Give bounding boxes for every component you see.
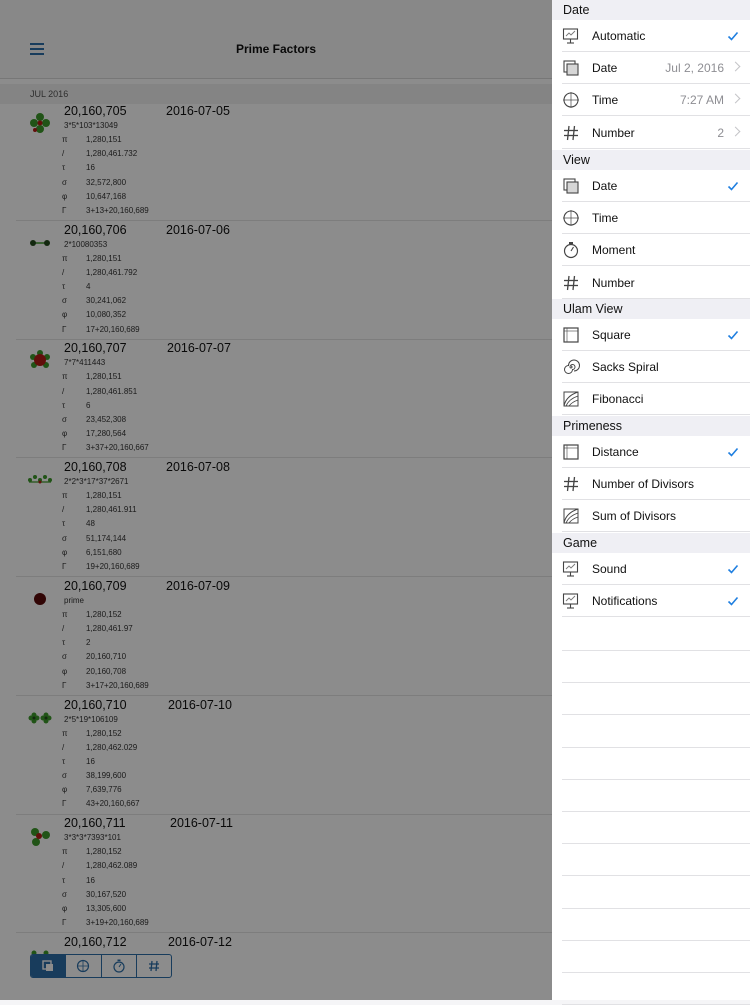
settings-item-notifications[interactable]: Notifications — [552, 585, 750, 618]
settings-item-sound[interactable]: Sound — [552, 553, 750, 585]
settings-item-value: 7:27 AM — [679, 93, 724, 108]
settings-item-time[interactable]: Time — [552, 202, 750, 235]
settings-item-label: Moment — [592, 243, 636, 258]
checkmark-icon — [727, 445, 739, 457]
hash-icon — [562, 475, 580, 493]
settings-item-sacks-spiral[interactable]: Sacks Spiral — [552, 351, 750, 384]
checkmark-icon — [727, 328, 739, 340]
chevron-right-icon — [730, 61, 741, 72]
hash-icon — [562, 124, 580, 142]
settings-item-automatic[interactable]: Automatic — [552, 20, 750, 52]
settings-item-label: Time — [592, 93, 619, 108]
square-icon — [562, 443, 580, 461]
row-separator — [562, 616, 750, 618]
settings-item-label: Fibonacci — [592, 392, 644, 407]
settings-item-number[interactable]: Number 2 — [552, 117, 750, 149]
settings-item-label: Number — [592, 275, 635, 290]
settings-section-header: View — [552, 150, 750, 170]
checkmark-icon — [727, 29, 739, 41]
settings-item-label: Square — [592, 328, 631, 342]
hash-icon — [562, 274, 580, 292]
settings-section-header: Primeness — [552, 416, 750, 436]
settings-item-date[interactable]: Date — [552, 170, 750, 202]
empty-row-separator — [562, 972, 750, 973]
settings-item-label: Automatic — [592, 29, 646, 43]
empty-row-separator — [562, 811, 750, 812]
spiral-icon — [562, 358, 580, 376]
chevron-right-icon — [730, 93, 741, 104]
empty-row-separator — [562, 650, 750, 651]
stopwatch-icon — [562, 241, 580, 259]
dim-overlay[interactable] — [0, 0, 552, 1000]
clock-icon — [562, 209, 580, 227]
automatic-icon — [562, 560, 580, 578]
settings-item-moment[interactable]: Moment — [552, 234, 750, 267]
clock-icon — [562, 91, 580, 109]
settings-item-label: Notifications — [592, 594, 658, 609]
empty-row-separator — [562, 682, 750, 684]
settings-item-label: Sacks Spiral — [592, 360, 659, 375]
settings-item-fibonacci[interactable]: Fibonacci — [552, 383, 750, 416]
settings-item-label: Number — [592, 125, 635, 140]
settings-item-date[interactable]: Date Jul 2, 2016 — [552, 52, 750, 85]
square-icon — [562, 326, 580, 344]
chevron-right-icon — [730, 126, 741, 137]
empty-row-separator — [562, 746, 750, 748]
empty-row-separator — [562, 875, 750, 877]
settings-item-label: Date — [592, 179, 618, 193]
settings-item-label: Number of Divisors — [592, 477, 695, 492]
fibonacci-icon — [562, 390, 580, 408]
fibonacci-icon — [562, 507, 580, 525]
settings-section-header: Game — [552, 533, 750, 553]
empty-row-separator — [562, 843, 750, 845]
settings-item-value: 2 — [717, 125, 724, 140]
settings-item-number[interactable]: Number — [552, 267, 750, 299]
empty-row-separator — [562, 939, 750, 941]
settings-item-label: Sound — [592, 562, 627, 576]
automatic-icon — [562, 27, 580, 45]
settings-item-distance[interactable]: Distance — [552, 436, 750, 468]
settings-item-square[interactable]: Square — [552, 319, 750, 351]
automatic-icon — [562, 592, 580, 610]
checkmark-icon — [727, 179, 739, 191]
checkmark-icon — [727, 594, 739, 606]
settings-section-header: Ulam View — [552, 299, 750, 319]
settings-item-sum-of-divisors[interactable]: Sum of Divisors — [552, 500, 750, 533]
row-separator — [562, 147, 750, 149]
settings-item-value: Jul 2, 2016 — [665, 61, 724, 76]
empty-row-separator — [562, 907, 750, 909]
calendar-icon — [562, 177, 580, 195]
settings-item-time[interactable]: Time 7:27 AM — [552, 84, 750, 117]
settings-section-header: Date — [552, 0, 750, 20]
empty-row-separator — [562, 778, 750, 780]
settings-item-label: Distance — [592, 445, 639, 459]
settings-panel: Date Automatic Date Jul 2, 2016 Time 7:27 AM N… — [552, 0, 750, 1005]
calendar-icon — [562, 59, 580, 77]
settings-item-label: Sum of Divisors — [592, 509, 677, 524]
settings-item-label: Date — [592, 61, 618, 76]
settings-item-label: Time — [592, 211, 619, 226]
settings-item-number-of-divisors[interactable]: Number of Divisors — [552, 468, 750, 501]
checkmark-icon — [727, 562, 739, 574]
empty-row-separator — [562, 714, 750, 716]
